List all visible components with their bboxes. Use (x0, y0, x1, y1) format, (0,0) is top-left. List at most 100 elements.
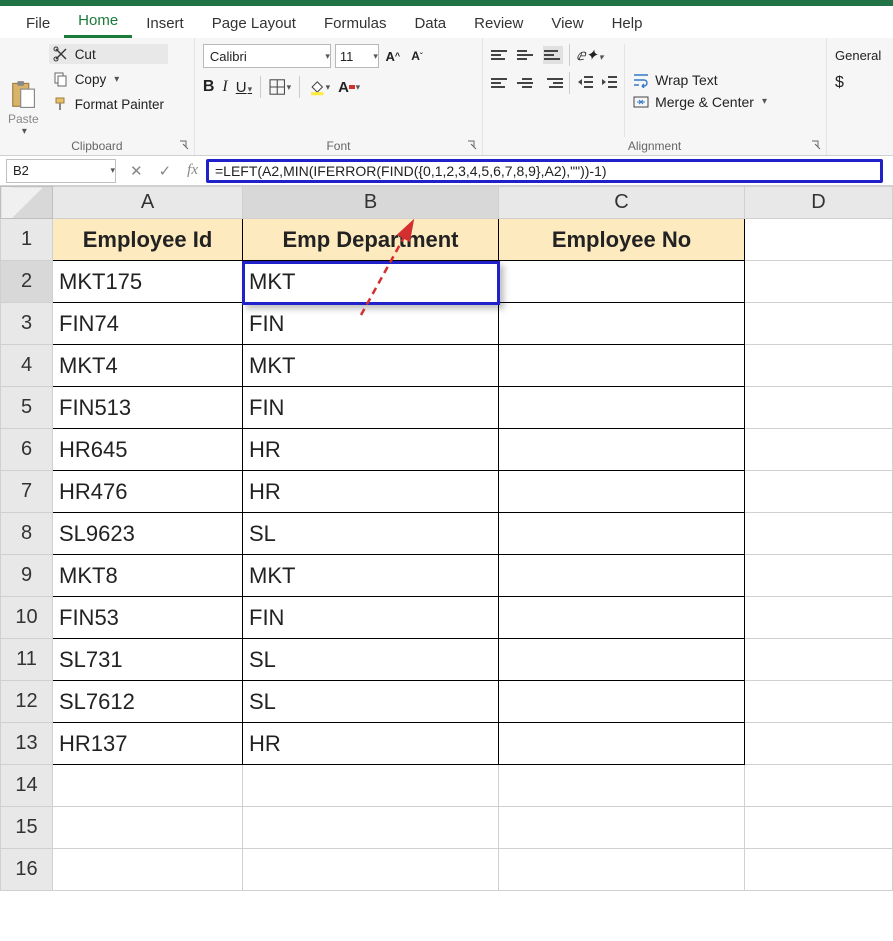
align-left-button[interactable] (491, 74, 511, 92)
cell[interactable] (745, 513, 893, 555)
column-header-a[interactable]: A (53, 187, 243, 219)
cell[interactable]: MKT8 (53, 555, 243, 597)
cell[interactable]: SL9623 (53, 513, 243, 555)
align-bottom-button[interactable] (543, 46, 563, 64)
copy-button[interactable]: Copy ▾ (49, 69, 168, 89)
row-header[interactable]: 6 (1, 429, 53, 471)
cell[interactable]: SL731 (53, 639, 243, 681)
cell[interactable] (745, 387, 893, 429)
cell[interactable] (53, 765, 243, 807)
row-header[interactable]: 13 (1, 723, 53, 765)
bold-button[interactable]: B (203, 78, 215, 96)
increase-font-button[interactable]: A^ (383, 45, 403, 67)
column-header-d[interactable]: D (745, 187, 893, 219)
row-header[interactable]: 1 (1, 219, 53, 261)
menu-formulas[interactable]: Formulas (310, 9, 401, 38)
cell[interactable]: SL (243, 681, 499, 723)
accounting-format-button[interactable]: $ (835, 74, 844, 92)
cell[interactable]: HR (243, 429, 499, 471)
cell[interactable] (745, 471, 893, 513)
font-size-select[interactable]: 11▾ (335, 44, 379, 68)
fx-icon[interactable]: fx (179, 162, 206, 179)
align-center-button[interactable] (517, 74, 537, 92)
font-color-button[interactable]: A▾ (338, 77, 360, 97)
select-all-corner[interactable] (1, 187, 53, 219)
cell[interactable]: MKT175 (53, 261, 243, 303)
cell[interactable] (53, 807, 243, 849)
menu-help[interactable]: Help (598, 9, 657, 38)
row-header[interactable]: 11 (1, 639, 53, 681)
menu-insert[interactable]: Insert (132, 9, 198, 38)
cell[interactable]: MKT (243, 555, 499, 597)
cell[interactable] (745, 555, 893, 597)
cell[interactable] (745, 681, 893, 723)
cell[interactable]: HR476 (53, 471, 243, 513)
row-header[interactable]: 5 (1, 387, 53, 429)
cell[interactable]: HR645 (53, 429, 243, 471)
row-header[interactable]: 4 (1, 345, 53, 387)
menu-review[interactable]: Review (460, 9, 537, 38)
align-middle-button[interactable] (517, 46, 537, 64)
cell[interactable]: HR137 (53, 723, 243, 765)
cell[interactable] (243, 807, 499, 849)
increase-indent-button[interactable] (600, 74, 618, 93)
cell[interactable]: Emp Department (243, 219, 499, 261)
cell[interactable] (499, 849, 745, 891)
row-header[interactable]: 10 (1, 597, 53, 639)
italic-button[interactable]: I (222, 78, 227, 96)
cell[interactable] (499, 261, 745, 303)
menu-file[interactable]: File (12, 9, 64, 38)
cell[interactable]: MKT4 (53, 345, 243, 387)
cell[interactable] (745, 429, 893, 471)
row-header[interactable]: 12 (1, 681, 53, 723)
wrap-text-button[interactable]: Wrap Text (633, 72, 767, 88)
menu-data[interactable]: Data (400, 9, 460, 38)
cell[interactable] (745, 345, 893, 387)
name-box[interactable]: B2 ▾ (6, 159, 116, 183)
cell[interactable]: SL (243, 639, 499, 681)
cell[interactable] (745, 597, 893, 639)
cell[interactable] (745, 807, 893, 849)
borders-button[interactable]: ▾ (269, 77, 291, 97)
cell[interactable] (499, 555, 745, 597)
cell[interactable]: Employee No (499, 219, 745, 261)
decrease-indent-button[interactable] (576, 74, 594, 93)
row-header[interactable]: 14 (1, 765, 53, 807)
paste-button[interactable]: Paste ▾ (8, 44, 43, 137)
cell[interactable]: SL7612 (53, 681, 243, 723)
cell[interactable] (499, 639, 745, 681)
cell[interactable] (499, 681, 745, 723)
menu-page-layout[interactable]: Page Layout (198, 9, 310, 38)
accept-formula-button[interactable]: ✓ (151, 162, 180, 180)
cell[interactable]: FIN (243, 597, 499, 639)
menu-view[interactable]: View (537, 9, 597, 38)
cell[interactable] (745, 261, 893, 303)
cell[interactable]: Employee Id (53, 219, 243, 261)
cell[interactable] (499, 807, 745, 849)
cell[interactable] (243, 765, 499, 807)
number-format-select[interactable]: General (835, 44, 885, 66)
cell[interactable] (499, 471, 745, 513)
dialog-launcher-icon[interactable] (466, 139, 478, 151)
cell[interactable] (745, 639, 893, 681)
row-header[interactable]: 16 (1, 849, 53, 891)
align-right-button[interactable] (543, 74, 563, 92)
orientation-button[interactable]: ⅇ✦▾ (576, 46, 603, 64)
dialog-launcher-icon[interactable] (178, 139, 190, 151)
font-name-select[interactable]: Calibri▾ (203, 44, 331, 68)
cell[interactable] (745, 765, 893, 807)
spreadsheet-grid[interactable]: A B C D 1 Employee Id Emp Department Emp… (0, 186, 893, 891)
row-header[interactable]: 8 (1, 513, 53, 555)
cell[interactable]: FIN53 (53, 597, 243, 639)
cell[interactable] (499, 345, 745, 387)
menu-home[interactable]: Home (64, 6, 132, 38)
column-header-c[interactable]: C (499, 187, 745, 219)
align-top-button[interactable] (491, 46, 511, 64)
row-header[interactable]: 2 (1, 261, 53, 303)
cell[interactable]: FIN (243, 303, 499, 345)
cut-button[interactable]: Cut (49, 44, 168, 64)
cell[interactable]: HR (243, 471, 499, 513)
cell[interactable] (499, 723, 745, 765)
cell[interactable]: FIN74 (53, 303, 243, 345)
cell[interactable]: SL (243, 513, 499, 555)
